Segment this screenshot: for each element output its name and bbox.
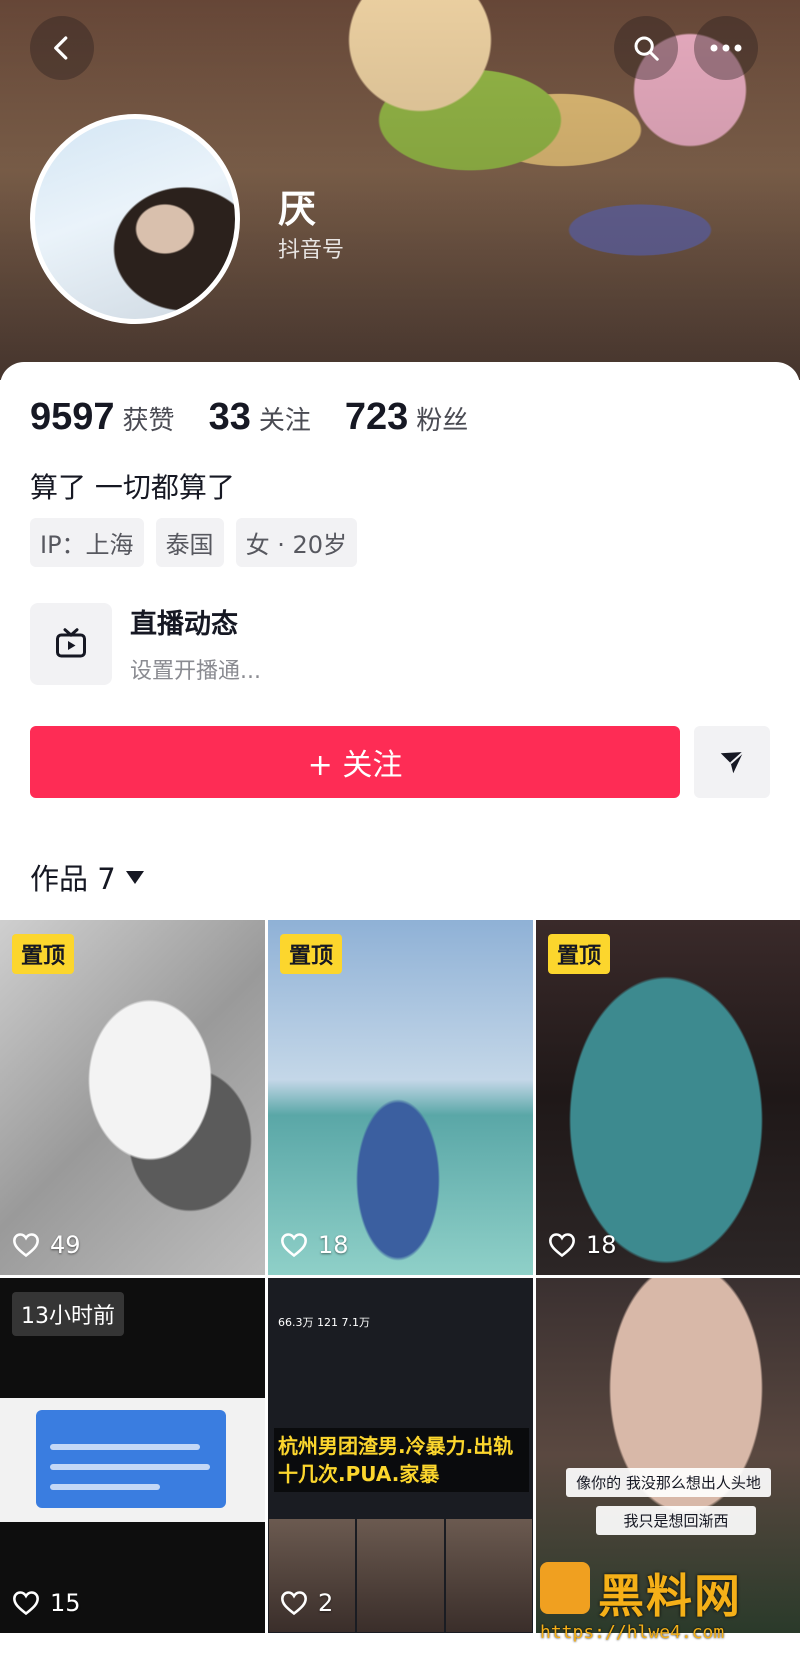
share-button[interactable] xyxy=(694,726,770,798)
like-count: 18 xyxy=(280,1231,349,1259)
back-button[interactable] xyxy=(30,16,94,80)
stat-label: 关注 xyxy=(258,406,311,436)
stat-label: 粉丝 xyxy=(416,406,469,436)
like-count: 15 xyxy=(12,1589,81,1617)
live-activity[interactable]: 直播动态 设置开播通... xyxy=(30,602,261,685)
tag-gender-age: 女 · 20岁 xyxy=(235,518,357,567)
live-subtitle: 设置开播通... xyxy=(130,659,261,684)
more-button[interactable] xyxy=(694,16,758,80)
heart-icon xyxy=(13,1233,39,1258)
watermark: 黑料网 https://hlwe4.com xyxy=(540,1562,790,1652)
live-title: 直播动态 xyxy=(130,609,238,640)
account-id: 抖音号 xyxy=(278,238,345,263)
stat-value: 723 xyxy=(344,396,409,438)
tab-works[interactable]: 作品 7 xyxy=(30,856,144,898)
stats-row: 9597 获赞 33 关注 723 粉丝 xyxy=(30,396,502,439)
send-icon xyxy=(720,751,744,774)
stat-label: 获赞 xyxy=(122,406,175,436)
avatar[interactable] xyxy=(30,114,240,324)
thumb xyxy=(357,1519,444,1632)
like-count: 18 xyxy=(548,1231,617,1259)
more-dots-icon xyxy=(710,44,742,52)
watermark-brand: 黑料网 xyxy=(598,1569,742,1623)
post-tile[interactable]: 置顶 18 xyxy=(536,920,800,1275)
like-number: 49 xyxy=(50,1231,81,1259)
like-number: 2 xyxy=(318,1589,334,1617)
chevron-left-icon xyxy=(54,36,68,60)
post-tile[interactable]: 置顶 49 xyxy=(0,920,265,1275)
like-number: 18 xyxy=(586,1231,617,1259)
nickname: 厌 xyxy=(278,187,317,231)
stat-following[interactable]: 33 关注 xyxy=(209,396,311,439)
chat-bubble xyxy=(36,1410,226,1508)
video-caption: 像你的 我没那么想出人头地 xyxy=(566,1468,771,1497)
video-caption: 我只是想回渐西 xyxy=(596,1506,756,1535)
profile-card: 9597 获赞 33 关注 723 粉丝 算了 一切都算了 IP：上海 泰国 女… xyxy=(0,362,800,922)
post-tile[interactable]: 66.3万 121 7.1万 杭州男团渣男.冷暴力.出轨十几次.PUA.家暴 2 xyxy=(268,1278,533,1633)
search-button[interactable] xyxy=(614,16,678,80)
tag-list: IP：上海 泰国 女 · 20岁 xyxy=(30,518,369,567)
post-tile[interactable]: 置顶 18 xyxy=(268,920,533,1275)
search-icon xyxy=(634,36,659,61)
stat-likes[interactable]: 9597 获赞 xyxy=(30,396,175,439)
tag-ip: IP：上海 xyxy=(30,518,144,567)
watermark-logo-icon xyxy=(540,1562,590,1614)
pinned-badge: 置顶 xyxy=(548,934,611,974)
caret-down-icon xyxy=(125,870,144,884)
overlay-caption: 杭州男团渣男.冷暴力.出轨十几次.PUA.家暴 xyxy=(274,1428,529,1492)
mini-stats: 66.3万 121 7.1万 xyxy=(278,1316,370,1329)
works-grid: 置顶 49 置顶 18 置顶 18 13小时前 15 66.3万 121 7.1… xyxy=(0,920,800,1657)
pinned-badge: 置顶 xyxy=(12,934,75,974)
stat-value: 9597 xyxy=(30,396,115,438)
post-tile[interactable]: 13小时前 15 xyxy=(0,1278,265,1633)
like-count: 49 xyxy=(12,1231,81,1259)
heart-icon xyxy=(13,1591,39,1616)
like-number: 15 xyxy=(50,1589,81,1617)
heart-icon xyxy=(281,1591,307,1616)
like-count: 2 xyxy=(280,1589,333,1617)
thumb xyxy=(445,1519,532,1632)
heart-icon xyxy=(549,1233,575,1258)
follow-button[interactable]: + 关注 xyxy=(30,726,680,798)
bio: 算了 一切都算了 xyxy=(30,471,235,504)
profile-banner: 厌 抖音号 xyxy=(0,0,800,380)
stat-followers[interactable]: 723 粉丝 xyxy=(345,396,468,439)
stat-value: 33 xyxy=(208,396,251,438)
heart-icon xyxy=(281,1233,307,1258)
pinned-badge: 置顶 xyxy=(280,934,343,974)
works-label: 作品 7 xyxy=(30,862,116,896)
watermark-url: https://hlwe4.com xyxy=(540,1622,725,1643)
time-badge: 13小时前 xyxy=(12,1292,124,1336)
tag-location: 泰国 xyxy=(155,518,224,567)
like-number: 18 xyxy=(318,1231,349,1259)
live-tv-icon xyxy=(30,602,112,685)
